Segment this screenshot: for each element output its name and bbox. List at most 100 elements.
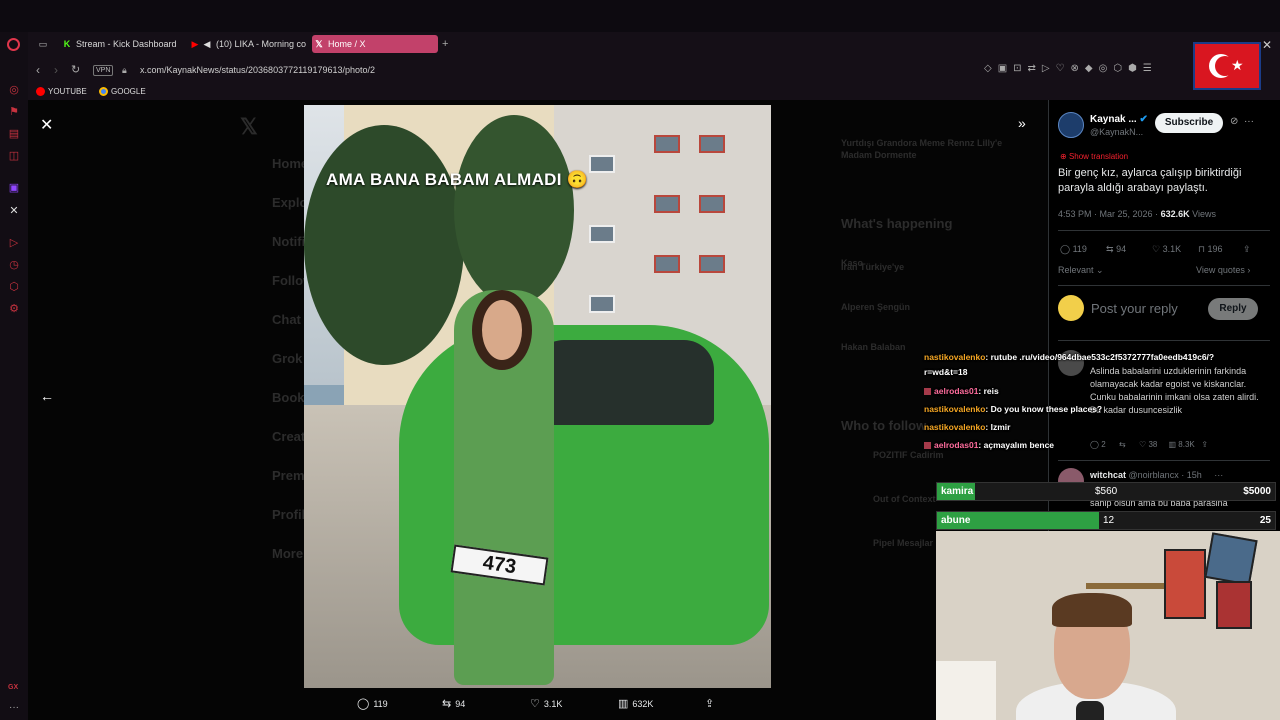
panel-more[interactable]: ⊘ ···	[1230, 116, 1254, 127]
repost-icon[interactable]: ⇆	[1119, 440, 1126, 449]
ghost-trend: Hakan Balaban	[841, 342, 906, 352]
show-translation-link[interactable]: ⊕ Show translation	[1060, 152, 1128, 161]
chat-message-continuation: r=wd&t=18	[924, 367, 968, 377]
panel-repost-action[interactable]: ⇆ 94	[1106, 244, 1126, 255]
chart-icon: ▥	[618, 698, 629, 710]
bookmark-youtube[interactable]: YOUTUBE	[36, 86, 87, 97]
author-handle[interactable]: @KaynakN...	[1090, 127, 1143, 137]
close-viewer-icon[interactable]: ✕	[40, 115, 53, 135]
more-options-icon[interactable]: ···	[1214, 470, 1223, 480]
reply-input[interactable]: Post your reply	[1091, 301, 1178, 316]
new-tab-button[interactable]: +	[440, 35, 454, 53]
my-avatar	[1058, 295, 1084, 321]
chat-message: nastikovalenko: rutube .ru/video/964dbae…	[924, 352, 1214, 362]
youtube-icon: ▶	[191, 39, 199, 49]
history-icon[interactable]: ◷	[8, 259, 20, 271]
repost-action[interactable]: ⇆ 94	[442, 698, 465, 710]
gx-label: GX	[8, 684, 19, 691]
tweet-photo[interactable]: 473 AMA BANA BABAM ALMADI 🙃	[304, 105, 771, 688]
goal-label: kamira	[941, 486, 974, 497]
goal-bar-abune: abune 12 25	[936, 511, 1276, 530]
chat-message: aelrodas01: açmayalım bence	[924, 440, 1054, 450]
heart-icon: ♡	[1152, 244, 1161, 254]
panel-bookmark-action[interactable]: ⊓ 196	[1198, 244, 1223, 255]
google-icon	[99, 87, 108, 96]
comment-reply-count: 2	[1101, 440, 1106, 449]
player-icon[interactable]: ▷	[8, 237, 20, 249]
more-options-icon[interactable]: ···	[1244, 116, 1254, 127]
panel-like-action[interactable]: ♡ 3.1K	[1152, 244, 1181, 255]
reload-icon[interactable]: ↻	[71, 63, 80, 77]
share-icon[interactable]: ⇪	[1201, 440, 1208, 449]
reply-icon[interactable]: ◯	[1090, 440, 1099, 449]
like-action[interactable]: ♡ 3.1K	[530, 698, 562, 710]
divider	[1058, 230, 1270, 231]
reply-button[interactable]: Reply	[1208, 298, 1258, 320]
forward-icon[interactable]: ›	[54, 63, 58, 77]
repost-icon: ⇆	[1106, 244, 1114, 254]
previous-photo-icon[interactable]: ←	[40, 388, 54, 404]
settings-icon[interactable]: ⚙	[8, 303, 20, 315]
chat-text: : açmayalım bence	[978, 440, 1055, 450]
chat-text: : reis	[978, 386, 999, 396]
chat-badge-icon	[924, 388, 931, 396]
repost-count: 94	[1116, 244, 1127, 254]
share-action[interactable]: ⇪	[705, 698, 718, 710]
heart-icon[interactable]: ♡	[1139, 440, 1146, 449]
comment-like-count: 38	[1148, 440, 1158, 449]
chart-icon[interactable]: ▥	[1168, 440, 1176, 449]
ghost-trend: Madam Dormente	[841, 150, 917, 160]
grok-icon[interactable]: ⊘	[1230, 116, 1238, 127]
view-quotes-link[interactable]: View quotes ›	[1196, 265, 1250, 275]
views-action[interactable]: ▥ 632K	[618, 698, 653, 710]
address-bar[interactable]: x.com/KaynakNews/status/2036803772119179…	[140, 64, 375, 76]
bookmark-google[interactable]: GOOGLE	[99, 86, 146, 97]
gx-corner-icon[interactable]: ▤	[8, 128, 20, 140]
more-icon[interactable]: ···	[9, 702, 19, 713]
bookmarks-bar	[0, 84, 1280, 100]
extensions-icon[interactable]: ⬡	[8, 281, 20, 293]
author-avatar[interactable]	[1058, 112, 1084, 138]
toolbar-extension-icons[interactable]: ◇▣⊡⇄▷♡⊗◆◎⬡⬢☰	[984, 63, 1158, 74]
tab-home-x[interactable]: 𝕏 Home / X	[312, 35, 438, 53]
twitch-icon[interactable]: ▣	[8, 182, 20, 194]
x-icon[interactable]: ✕	[8, 205, 20, 217]
tab-kick-dashboard[interactable]: K Stream - Kick Dashboard	[60, 35, 182, 53]
repost-icon: ⇆	[442, 698, 452, 710]
comment-author[interactable]: witchcat @noirblancx · 15h ···	[1090, 470, 1223, 480]
tab-label: Home / X	[328, 39, 366, 49]
back-icon[interactable]: ‹	[36, 63, 40, 77]
tab-youtube-lika[interactable]: ▶ ◀ (10) LIKA - Morning co	[188, 35, 306, 53]
subscribe-button[interactable]: Subscribe	[1155, 113, 1223, 133]
reply-icon: ◯	[1060, 244, 1071, 254]
tab-islands-icon[interactable]: ▭	[37, 38, 49, 50]
chevron-down-icon: ⌄	[1096, 265, 1104, 275]
chat-badge-icon	[924, 442, 931, 450]
chat-text: : Izmir	[985, 422, 1011, 432]
window-close-icon[interactable]: ✕	[1262, 38, 1272, 52]
sort-replies-dropdown[interactable]: Relevant ⌄	[1058, 265, 1104, 276]
tweet-timestamp[interactable]: 4:53 PM · Mar 25, 2026 ·	[1058, 209, 1158, 219]
author-name[interactable]: Kaynak ... ✔	[1090, 114, 1148, 125]
chat-username: aelrodas01	[934, 440, 979, 450]
panel-reply-action[interactable]: ◯ 119	[1060, 244, 1087, 255]
divider	[1058, 340, 1270, 341]
chat-username: nastikovalenko	[924, 352, 986, 362]
chat-message: nastikovalenko: Do you know these places…	[924, 404, 1102, 414]
comment-author-name: witchcat	[1090, 470, 1127, 480]
speaker-icon[interactable]: ◀	[202, 39, 212, 49]
opera-menu-icon[interactable]	[7, 38, 20, 51]
chat-username: aelrodas01	[934, 386, 979, 396]
aria-icon[interactable]: ◎	[8, 84, 20, 96]
vpn-badge[interactable]: VPN	[93, 65, 114, 76]
ghost-trend: Yurtdışı Grandora Meme Rennz Lilly'e	[841, 138, 1003, 148]
panel-share-icon[interactable]: ⇪	[1243, 244, 1251, 255]
gx-control-icon[interactable]: ⚑	[8, 106, 20, 118]
youtube-icon	[36, 87, 45, 96]
lock-icon[interactable]: 🔒︎	[122, 63, 127, 77]
reply-action[interactable]: ◯ 119	[357, 698, 388, 710]
like-count: 3.1K	[543, 699, 563, 709]
collapse-panel-icon[interactable]: »	[1018, 115, 1026, 131]
messenger-icon[interactable]: ◫	[8, 150, 20, 162]
reply-icon: ◯	[357, 698, 370, 710]
